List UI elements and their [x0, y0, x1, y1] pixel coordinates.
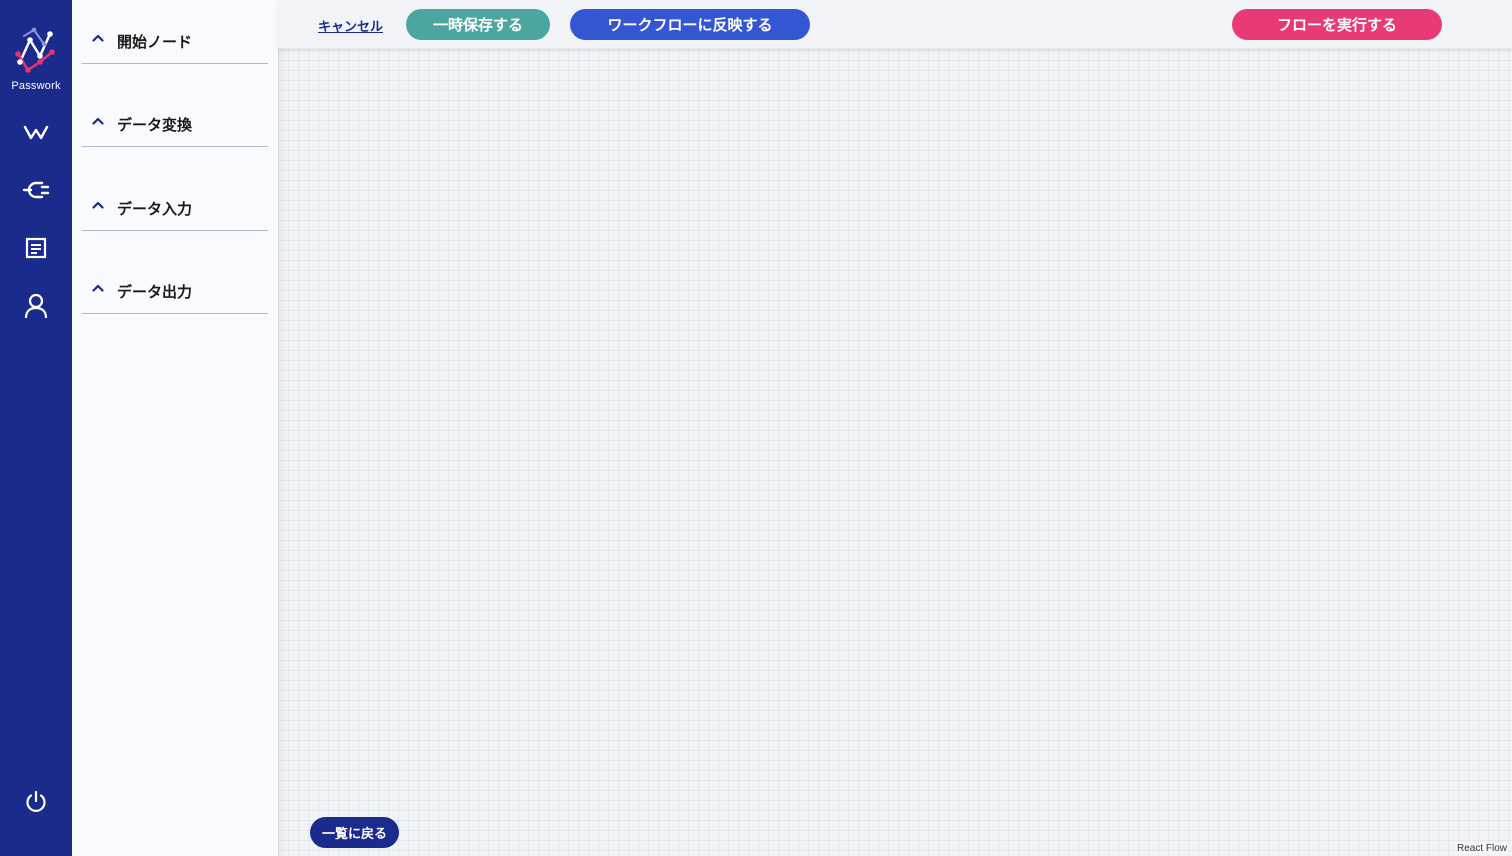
user-icon [24, 293, 48, 319]
document-icon [25, 237, 47, 259]
editor-toolbar: キャンセル 一時保存する ワークフローに反映する フローを実行する [278, 0, 1512, 48]
app-logo[interactable]: Passwork [0, 26, 72, 92]
chevron-up-icon [92, 201, 104, 209]
section-label: データ変換 [117, 116, 193, 134]
save-draft-button[interactable]: 一時保存する [406, 9, 550, 40]
chevron-up-icon [92, 284, 104, 292]
node-palette: 開始ノード データ変換 データ入力 データ出力 [72, 0, 278, 856]
flow-canvas[interactable] [278, 0, 1512, 856]
palette-section-data-transform[interactable]: データ変換 [82, 83, 268, 147]
nav-item-connections[interactable] [20, 174, 52, 206]
nav-item-documents[interactable] [20, 232, 52, 264]
power-icon [26, 790, 46, 812]
back-to-list-button[interactable]: 一覧に戻る [310, 817, 399, 848]
logout-button[interactable] [20, 786, 52, 818]
run-flow-button[interactable]: フローを実行する [1232, 9, 1442, 40]
section-label: 開始ノード [117, 33, 193, 51]
palette-section-data-input[interactable]: データ入力 [82, 167, 268, 231]
panel-shadow [278, 0, 286, 856]
palette-section-data-output[interactable]: データ出力 [82, 250, 268, 314]
react-flow-attribution[interactable]: React Flow [1454, 843, 1509, 854]
logo-text: Passwork [11, 80, 61, 92]
passwork-logo-icon [15, 27, 55, 73]
section-label: データ出力 [117, 283, 193, 301]
cancel-link[interactable]: キャンセル [318, 16, 383, 35]
apply-to-workflow-button[interactable]: ワークフローに反映する [570, 9, 810, 40]
chevron-up-icon [92, 117, 104, 125]
nav-item-account[interactable] [20, 290, 52, 322]
workflow-icon [23, 125, 49, 140]
section-label: データ入力 [117, 200, 193, 218]
plug-icon [22, 181, 50, 199]
chevron-up-icon [92, 34, 104, 42]
palette-section-start-node[interactable]: 開始ノード [82, 0, 268, 64]
nav-item-workflows[interactable] [20, 116, 52, 148]
nav-rail: Passwork [0, 0, 72, 856]
